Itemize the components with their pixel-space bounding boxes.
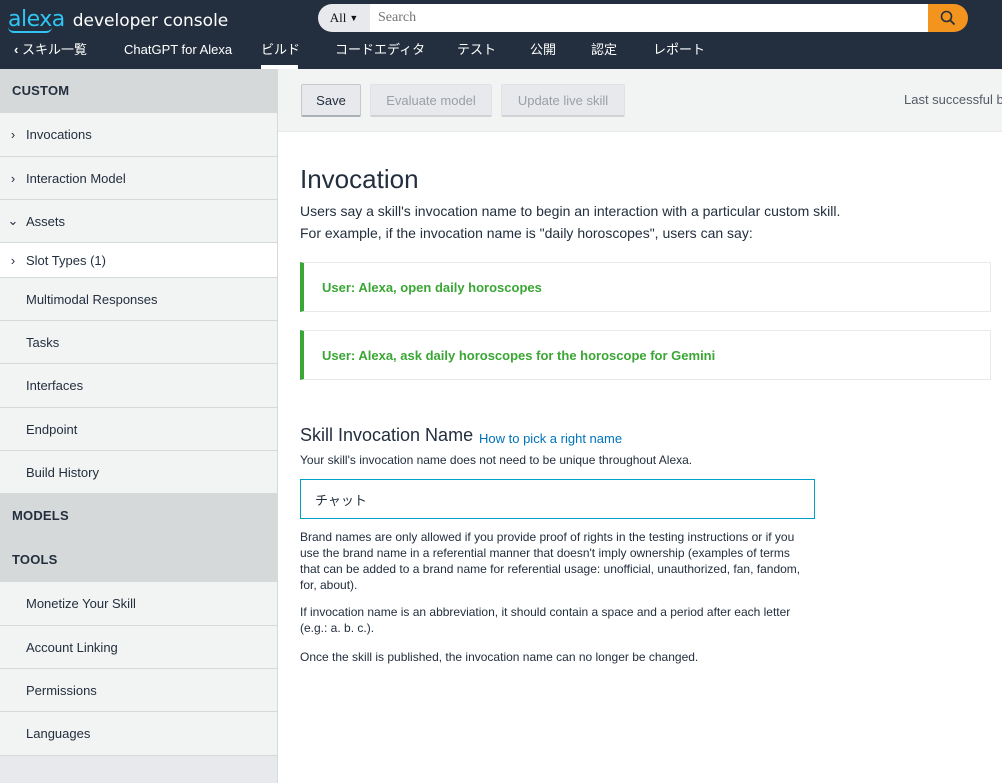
sidebar-item-slot-types[interactable]: › Slot Types (1) <box>0 243 277 278</box>
search-scope-label: All <box>329 10 347 25</box>
sidebar-item-build-history[interactable]: Build History <box>0 451 277 494</box>
nav-skill-name[interactable]: ChatGPT for Alexa <box>124 39 232 69</box>
sidebar: CUSTOM › Invocations › Interaction Model… <box>0 69 278 783</box>
chevron-right-icon: › <box>10 170 16 186</box>
sidebar-item-label: Tasks <box>26 334 60 350</box>
search-button[interactable] <box>928 4 968 32</box>
section-description: Your skill's invocation name does not ne… <box>300 453 693 467</box>
published-note: Once the skill is published, the invocat… <box>300 650 699 664</box>
chevron-right-icon: › <box>10 252 16 268</box>
invocation-name-input[interactable] <box>300 479 815 519</box>
sidebar-item-interaction-model[interactable]: › Interaction Model <box>0 157 277 200</box>
save-button[interactable]: Save <box>301 84 361 117</box>
sidebar-item-label: Multimodal Responses <box>26 291 158 307</box>
sidebar-section-custom[interactable]: CUSTOM <box>0 69 277 113</box>
page-title: Invocation <box>300 164 419 194</box>
caret-down-icon: ▼ <box>349 13 359 23</box>
chevron-right-icon: › <box>10 127 16 142</box>
sidebar-item-label: Account Linking <box>26 639 118 655</box>
example-utterance: User: Alexa, open daily horoscopes <box>322 280 542 295</box>
sidebar-item-label: Interfaces <box>26 378 84 393</box>
last-build-status: Last successful bu <box>904 92 1002 107</box>
nav-label-skills: スキル一覧 <box>21 42 87 57</box>
sidebar-item-label: Permissions <box>26 682 97 698</box>
brand-names-note: Brand names are only allowed if you prov… <box>300 530 801 592</box>
intro-text: Users say a skill's invocation name to b… <box>300 203 841 219</box>
sidebar-item-label: Monetize Your Skill <box>26 596 136 611</box>
nav-back-skills[interactable]: ‹ スキル一覧 <box>14 39 87 69</box>
tab-reports[interactable]: レポート <box>653 39 705 69</box>
sidebar-section-label: TOOLS <box>12 552 58 567</box>
sidebar-item-label: Assets <box>26 213 66 229</box>
abbreviation-note: If invocation name is an abbreviation, i… <box>300 605 791 635</box>
sidebar-section-label: MODELS <box>12 508 69 523</box>
chevron-left-icon: ‹ <box>14 42 19 57</box>
sidebar-item-languages[interactable]: Languages <box>0 712 277 756</box>
section-title: Skill Invocation Name <box>300 425 474 445</box>
sidebar-section-models[interactable]: MODELS <box>0 494 277 538</box>
tab-code-editor[interactable]: コードエディタ <box>335 39 425 69</box>
example-utterance-box: User: Alexa, ask daily horoscopes for th… <box>300 330 991 380</box>
sidebar-item-label: Languages <box>26 726 91 741</box>
sidebar-item-label: Invocations <box>26 127 92 142</box>
search-bar: All ▼ <box>318 4 968 32</box>
tab-build[interactable]: ビルド <box>261 39 300 69</box>
logo-console-text: developer console <box>72 11 229 31</box>
example-utterance-box: User: Alexa, open daily horoscopes <box>300 262 991 312</box>
sidebar-section-label: CUSTOM <box>12 83 70 98</box>
search-icon <box>940 10 956 26</box>
top-nav: ‹ スキル一覧 ChatGPT for Alexa ビルド コードエディタ テス… <box>0 36 1002 69</box>
sidebar-item-label: Slot Types (1) <box>26 252 106 268</box>
sidebar-item-permissions[interactable]: Permissions <box>0 669 277 712</box>
sidebar-item-monetize[interactable]: Monetize Your Skill <box>0 582 277 626</box>
sidebar-item-label: Build History <box>26 464 99 480</box>
sidebar-section-tools[interactable]: TOOLS <box>0 538 277 582</box>
chevron-down-icon: ⌄ <box>7 213 19 228</box>
update-live-skill-button[interactable]: Update live skill <box>501 84 625 117</box>
evaluate-model-button[interactable]: Evaluate model <box>370 84 492 117</box>
tab-test[interactable]: テスト <box>457 39 496 69</box>
sidebar-item-label: Endpoint <box>26 421 78 437</box>
example-utterance: User: Alexa, ask daily horoscopes for th… <box>322 348 716 363</box>
tab-certification[interactable]: 認定 <box>591 39 617 69</box>
tab-distribution[interactable]: 公開 <box>530 39 556 69</box>
sidebar-item-account-linking[interactable]: Account Linking <box>0 626 277 669</box>
sidebar-item-assets[interactable]: ⌄ Assets <box>0 200 277 243</box>
toolbar: Save Evaluate model Update live skill La… <box>278 69 1002 132</box>
sidebar-item-invocations[interactable]: › Invocations <box>0 113 277 157</box>
logo-smile-icon <box>8 27 52 33</box>
sidebar-item-label: Interaction Model <box>26 170 126 186</box>
sidebar-item-interfaces[interactable]: Interfaces <box>0 364 277 408</box>
search-scope-dropdown[interactable]: All ▼ <box>318 4 370 32</box>
search-input[interactable] <box>370 4 928 32</box>
sidebar-item-multimodal-responses[interactable]: Multimodal Responses <box>0 278 277 321</box>
intro-example-text: For example, if the invocation name is "… <box>300 225 753 241</box>
sidebar-item-endpoint[interactable]: Endpoint <box>0 408 277 451</box>
how-to-pick-name-link[interactable]: How to pick a right name <box>479 431 622 446</box>
sidebar-item-tasks[interactable]: Tasks <box>0 321 277 364</box>
top-bar: alexa developer console All ▼ ‹ スキル一覧 Ch… <box>0 0 1002 69</box>
